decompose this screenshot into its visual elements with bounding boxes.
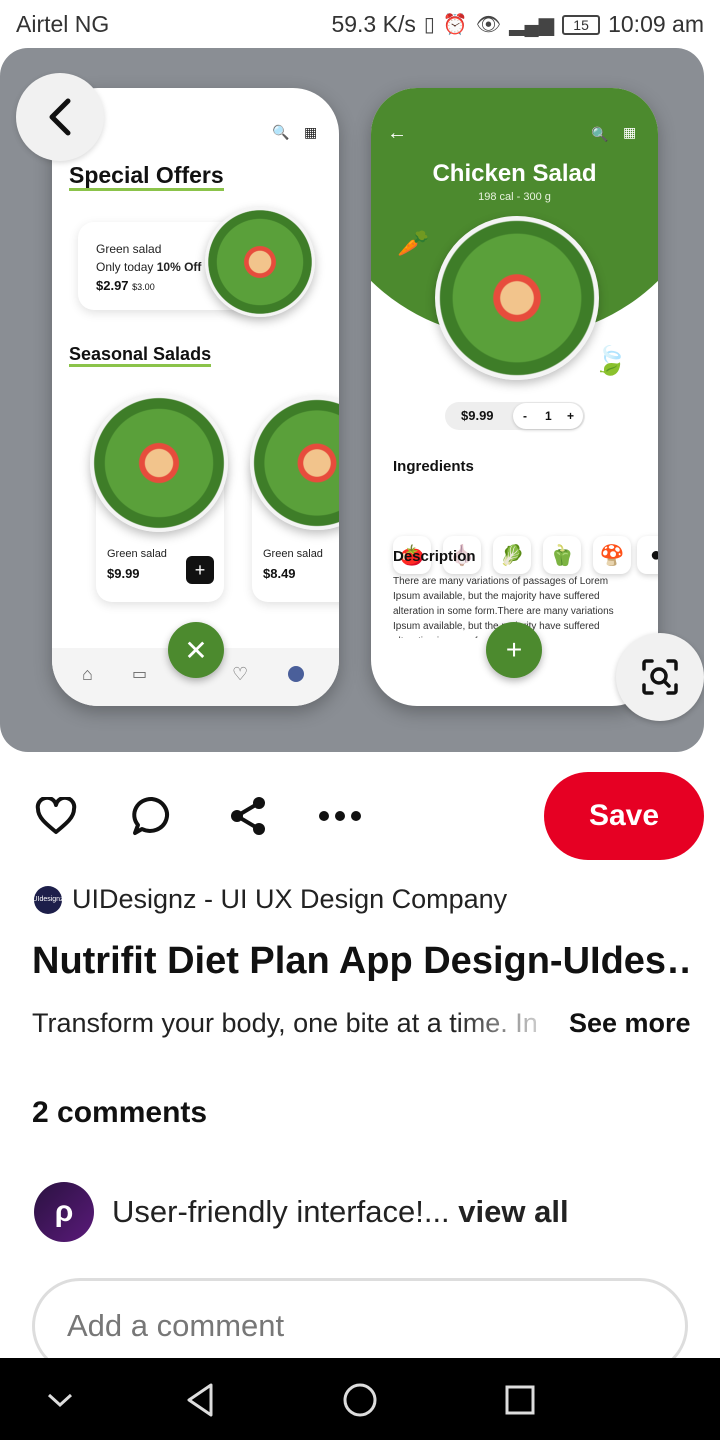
- ingredients-title: Ingredients: [393, 458, 474, 475]
- status-bar: Airtel NG 59.3 K/s ▯ ⏰ 👁 ▂▄▆ 15 10:09 am: [0, 0, 720, 48]
- fork-knife-icon: ✕: [168, 622, 224, 678]
- triangle-back-icon: [187, 1383, 213, 1417]
- share-icon: [231, 797, 265, 835]
- creator-row[interactable]: UIdesignz UIDesignz - UI UX Design Compa…: [32, 884, 507, 915]
- pepper-icon: 🫑: [543, 536, 581, 574]
- chevron-down-icon: [47, 1393, 73, 1408]
- add-icon: +: [486, 622, 542, 678]
- pin-title: Nutrifit Diet Plan App Design-UIdes…: [32, 940, 692, 982]
- offer-promo: Only today 10% Off: [96, 260, 202, 274]
- carrier-name: Airtel NG: [16, 11, 110, 37]
- seasonal-salads-title: Seasonal Salads: [69, 344, 212, 367]
- mushroom-icon: 🍄: [593, 536, 631, 574]
- heart-icon: [35, 797, 77, 834]
- price-qty-bar: $9.99 - 1 +: [445, 402, 585, 430]
- visual-search-icon: [642, 659, 678, 695]
- back-button[interactable]: [16, 73, 104, 161]
- salad-card-price: $9.99: [107, 566, 140, 581]
- book-icon: ▭: [132, 666, 148, 683]
- more-dots-icon: [319, 811, 361, 821]
- back-arrow-icon: ←: [387, 122, 407, 144]
- salad-card-name: Green salad: [107, 548, 167, 560]
- heart-icon: ♡: [232, 664, 249, 684]
- salad-card-name: Green salad: [263, 548, 323, 560]
- save-button[interactable]: Save: [544, 772, 704, 860]
- square-recents-icon: [505, 1385, 535, 1415]
- offer-salad-image: [205, 207, 315, 317]
- chevron-left-icon: [49, 98, 71, 136]
- special-offers-title: Special Offers: [69, 162, 224, 191]
- comment-preview[interactable]: ρ User-friendly interface!... view all: [34, 1182, 569, 1242]
- like-button[interactable]: [34, 794, 78, 838]
- share-button[interactable]: [226, 794, 270, 838]
- visual-search-button[interactable]: [616, 633, 704, 721]
- pin-image[interactable]: 🔍 ▦ Special Offers Green salad Only toda…: [0, 48, 704, 752]
- hide-keyboard-button[interactable]: [38, 1378, 82, 1422]
- nav-back-button[interactable]: [178, 1378, 222, 1422]
- signal-icon: ▂▄▆: [509, 14, 555, 36]
- vibrate-icon: ▯: [423, 14, 435, 36]
- description-title: Description: [393, 548, 476, 565]
- nav-recents-button[interactable]: [498, 1378, 542, 1422]
- right-phone-mockup: ← 🔍 ▦ Chicken Salad 198 cal - 300 g 🥕 🍃 …: [371, 88, 658, 706]
- nav-home-button[interactable]: [338, 1378, 382, 1422]
- radish-icon: ●: [637, 536, 658, 574]
- lettuce-icon: 🥬: [493, 536, 531, 574]
- leaf-icon: 🍃: [593, 345, 628, 376]
- qty-stepper: - 1 +: [513, 403, 583, 429]
- add-to-cart-button: +: [186, 556, 214, 584]
- creator-avatar: UIdesignz: [32, 885, 64, 914]
- pin-description: Transform your body, one bite at a time.…: [32, 1008, 538, 1038]
- comments-count: 2 comments: [32, 1096, 208, 1129]
- system-nav-bar: [0, 1358, 720, 1440]
- alarm-icon: ⏰: [442, 14, 468, 36]
- profile-avatar: [288, 666, 304, 682]
- carrot-icon: 🥕: [397, 228, 430, 258]
- comment-text: User-friendly interface!... view all: [112, 1194, 569, 1229]
- grid-icon: ▦: [304, 124, 318, 140]
- comment-bubble-icon: [132, 797, 169, 835]
- view-all-link[interactable]: view all: [458, 1194, 568, 1229]
- clock: 10:09 am: [608, 11, 704, 37]
- left-phone-mockup: 🔍 ▦ Special Offers Green salad Only toda…: [52, 88, 339, 706]
- commenter-avatar: ρ: [34, 1182, 94, 1242]
- circle-home-icon: [343, 1383, 377, 1417]
- more-options-button[interactable]: [318, 794, 362, 838]
- offer-name: Green salad: [96, 242, 162, 256]
- salad-card-1-image: [90, 394, 228, 532]
- grid-icon: ▦: [623, 124, 637, 140]
- network-speed: 59.3 K/s: [331, 11, 416, 37]
- search-icon: 🔍: [272, 124, 290, 140]
- screen: Airtel NG 59.3 K/s ▯ ⏰ 👁 ▂▄▆ 15 10:09 am…: [0, 0, 720, 1440]
- see-more-link[interactable]: See more: [569, 1008, 691, 1039]
- dish-subtitle: 198 cal - 300 g: [478, 191, 551, 203]
- offer-price: $2.97 $3.00: [96, 278, 155, 293]
- status-right: 59.3 K/s ▯ ⏰ 👁 ▂▄▆ 15 10:09 am: [331, 11, 704, 38]
- comment-button[interactable]: [130, 794, 174, 838]
- salad-card-price: $8.49: [263, 566, 296, 581]
- chicken-salad-image: [435, 216, 599, 380]
- creator-name[interactable]: UIDesignz - UI UX Design Company: [72, 884, 507, 915]
- search-icon: 🔍: [591, 126, 609, 142]
- dish-title: Chicken Salad: [432, 160, 597, 187]
- dish-price: $9.99: [461, 408, 494, 423]
- eye-icon: 👁: [475, 14, 502, 36]
- battery-icon: 15: [562, 14, 601, 35]
- action-bar: Save: [0, 772, 720, 860]
- home-icon: ⌂: [82, 664, 93, 684]
